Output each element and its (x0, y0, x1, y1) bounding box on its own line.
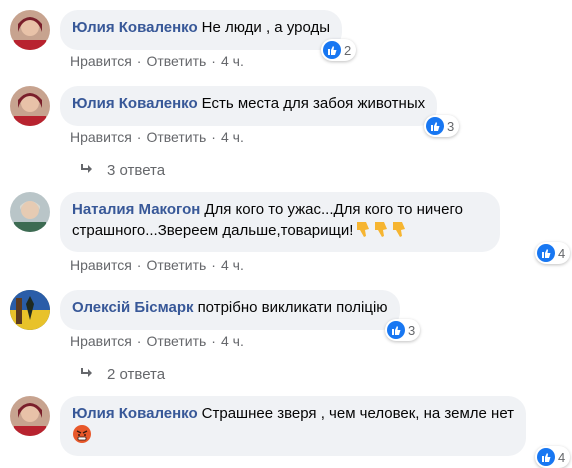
like-icon (323, 41, 341, 59)
replies-count[interactable]: 3 ответа (107, 162, 165, 179)
comment-time[interactable]: 4 ч. (221, 333, 244, 349)
reaction-count[interactable]: 2 (321, 39, 357, 61)
comment-author[interactable]: Олексій Бісмарк (72, 299, 194, 316)
like-icon (537, 244, 555, 262)
comment-bubble: Юлия Коваленко Не люди , а уроды (60, 10, 343, 50)
separator: · (136, 129, 142, 145)
view-replies-link[interactable]: 2 ответа (80, 366, 165, 383)
comment-text: Для кого то ужас...Для кого то ничего (204, 201, 463, 218)
reply-button[interactable]: Ответить (146, 257, 206, 273)
comment-actions: Нравится · Ответить · 4 ч. (70, 52, 244, 70)
reaction-count-value: 3 (447, 118, 455, 134)
separator: · (211, 129, 216, 145)
comment-time[interactable]: 4 ч. (221, 257, 244, 273)
reaction-count[interactable]: 3 (424, 115, 460, 137)
comment-author[interactable]: Юлия Коваленко (72, 405, 198, 422)
reply-button[interactable]: Ответить (146, 53, 206, 69)
avatar[interactable] (10, 290, 50, 330)
comment-time[interactable]: 4 ч. (221, 129, 244, 145)
comment-bubble: Олексій Бісмарк потрібно викликати поліці… (60, 290, 400, 330)
comment-author[interactable]: Юлия Коваленко (72, 95, 198, 112)
reply-arrow-icon (80, 162, 94, 179)
comment-actions: Нравится · Ответить · 4 ч. (70, 256, 244, 274)
reaction-count[interactable]: 3 (385, 319, 421, 341)
like-icon (426, 117, 444, 135)
separator: · (136, 53, 142, 69)
reaction-count-value: 2 (344, 42, 352, 58)
avatar[interactable] (10, 86, 50, 126)
avatar[interactable] (10, 10, 50, 50)
comment-bubble: Юлия Коваленко Страшнее зверя , чем челов… (60, 396, 527, 456)
reply-button[interactable]: Ответить (146, 129, 206, 145)
reaction-count[interactable]: 4 (535, 242, 571, 264)
like-icon (537, 448, 555, 466)
like-button[interactable]: Нравится (70, 53, 132, 69)
thumbs-down-icon (355, 220, 409, 244)
view-replies-link[interactable]: 3 ответа (80, 162, 165, 179)
like-button[interactable]: Нравится (70, 333, 132, 349)
like-button[interactable]: Нравится (70, 257, 132, 273)
angry-face-icon (72, 424, 92, 450)
comment-time[interactable]: 4 ч. (221, 53, 244, 69)
reaction-count[interactable]: 4 (535, 446, 571, 468)
comment-author[interactable]: Юлия Коваленко (72, 19, 198, 36)
reaction-count-value: 3 (408, 322, 416, 338)
comment-text: Страшнее зверя , чем человек, на земле н… (201, 405, 515, 422)
comment-text: Есть места для забоя животных (201, 95, 426, 112)
comment-bubble: Наталия Макогон Для кого то ужас...Для ко… (60, 192, 500, 252)
like-icon (387, 321, 405, 339)
reaction-count-value: 4 (558, 449, 566, 465)
reaction-count-value: 4 (558, 245, 566, 261)
separator: · (211, 333, 216, 349)
comment-text: страшного...Звереем дальше,товарищи! (72, 222, 354, 239)
avatar[interactable] (10, 396, 50, 436)
like-button[interactable]: Нравится (70, 129, 132, 145)
separator: · (136, 333, 142, 349)
reply-arrow-icon (80, 366, 94, 383)
separator: · (136, 257, 142, 273)
comment-text: потрібно викликати поліцію (197, 299, 388, 316)
comment-actions: Нравится · Ответить · 4 ч. (70, 332, 244, 350)
comment-bubble: Юлия Коваленко Есть места для забоя живот… (60, 86, 438, 126)
reply-button[interactable]: Ответить (146, 333, 206, 349)
comment-actions: Нравится · Ответить · 4 ч. (70, 128, 244, 146)
separator: · (211, 53, 216, 69)
separator: · (211, 257, 216, 273)
replies-count[interactable]: 2 ответа (107, 366, 165, 383)
comment-text: Не люди , а уроды (201, 19, 331, 36)
avatar[interactable] (10, 192, 50, 232)
comment-author[interactable]: Наталия Макогон (72, 201, 200, 218)
